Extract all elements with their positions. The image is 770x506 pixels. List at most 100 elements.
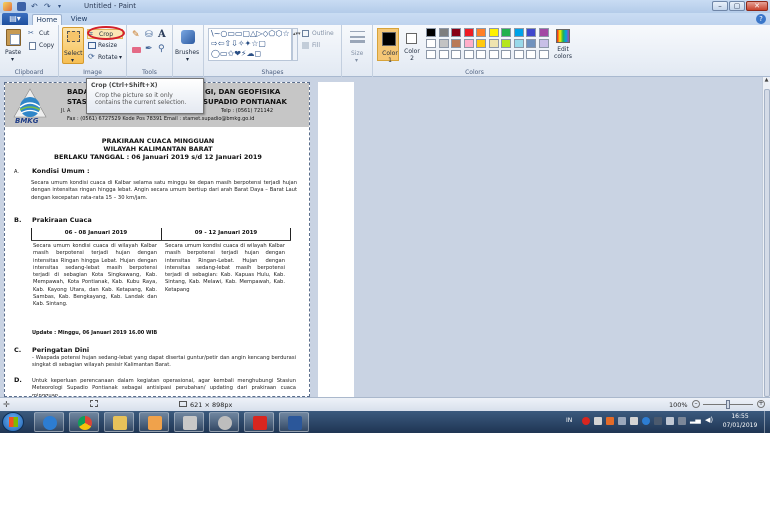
fill-icon[interactable]: ⛁ (145, 30, 153, 40)
start-button[interactable] (2, 412, 24, 432)
shapes-gallery[interactable]: \~○▭▭▢△▷◇⬠⬡☆ ⇨⇦⇧⇩✧✦☆▢ ◯▭✩❤⚡☁◻ (208, 28, 292, 61)
taskbar-word[interactable] (279, 412, 309, 432)
palette-swatch[interactable] (513, 39, 524, 48)
palette-swatch[interactable] (463, 39, 474, 48)
canvas-image[interactable]: BMKG BADA GI, DAN GEOFISIKA STAS SUPADIO… (4, 82, 310, 397)
palette-swatch[interactable] (426, 28, 436, 37)
palette-swatch[interactable] (476, 39, 486, 48)
palette-swatch[interactable] (488, 39, 499, 48)
taskbar-tools[interactable] (174, 412, 204, 432)
palette-swatch[interactable] (451, 28, 461, 37)
palette-swatch[interactable] (488, 50, 499, 59)
fill-button[interactable]: Fill (302, 41, 342, 51)
palette-swatch[interactable] (501, 50, 511, 59)
tray-signal-icon[interactable]: ▂▄ (690, 416, 701, 424)
palette-swatch[interactable] (501, 28, 511, 37)
paste-button[interactable]: Paste ▾ (3, 27, 25, 63)
cut-button[interactable]: ✂ Cut (28, 29, 58, 39)
palette-swatch[interactable] (426, 50, 436, 59)
tab-view[interactable]: View (66, 14, 92, 25)
help-icon[interactable]: ? (756, 14, 766, 24)
copy-button[interactable]: Copy (28, 41, 58, 51)
palette-swatch[interactable] (451, 50, 461, 59)
palette-swatch[interactable] (538, 39, 549, 48)
customize-quick-access-icon[interactable]: ▾ (58, 2, 67, 11)
palette-swatch[interactable] (438, 39, 449, 48)
redo-icon[interactable]: ↷ (44, 2, 53, 11)
palette-swatch[interactable] (426, 39, 436, 48)
tray-app-icon-5[interactable] (630, 417, 638, 425)
taskbar-chrome[interactable] (69, 412, 99, 432)
maximize-button[interactable]: ▢ (729, 1, 745, 11)
palette-swatch[interactable] (526, 39, 536, 48)
palette-swatch[interactable] (476, 50, 486, 59)
scroll-thumb[interactable] (764, 89, 770, 397)
palette-swatch[interactable] (476, 28, 486, 37)
palette-swatch[interactable] (538, 28, 549, 37)
shapes-scroll[interactable]: ▴▾▾ (292, 28, 301, 61)
vertical-scrollbar[interactable]: ▲ (762, 77, 770, 397)
color-picker-icon[interactable]: ✒ (145, 44, 153, 54)
tray-opera-icon[interactable] (582, 417, 590, 425)
undo-icon[interactable]: ↶ (31, 2, 40, 11)
tray-language[interactable]: IN (566, 417, 572, 424)
tray-app-icon-3[interactable] (606, 417, 614, 425)
taskbar-outlook[interactable] (139, 412, 169, 432)
text-icon[interactable]: A (158, 29, 166, 40)
palette-swatch[interactable] (501, 39, 511, 48)
rotate-button[interactable]: ⟳ Rotate ▾ (87, 52, 125, 63)
eraser-icon[interactable] (132, 47, 141, 53)
palette-swatch[interactable] (538, 50, 549, 59)
paint-app-icon[interactable] (3, 2, 12, 11)
file-menu-button[interactable]: ▤▾ (2, 13, 28, 25)
taskbar-acrobat[interactable] (244, 412, 274, 432)
magnifier-icon[interactable]: ⚲ (158, 44, 165, 54)
show-desktop-button[interactable] (764, 411, 770, 433)
taskbar-explorer[interactable] (104, 412, 134, 432)
acrobat-icon (253, 416, 267, 430)
select-button[interactable]: Select ▾ (62, 27, 84, 64)
zoom-slider-thumb[interactable] (726, 400, 730, 409)
close-button[interactable]: ✕ (746, 1, 768, 11)
palette-swatch[interactable] (438, 50, 449, 59)
brushes-button[interactable]: Brushes ▾ (175, 27, 202, 67)
palette-swatch[interactable] (526, 50, 536, 59)
tray-volume-icon[interactable]: ◀) (705, 416, 713, 424)
zoom-slider[interactable] (703, 400, 753, 409)
palette-swatch[interactable] (463, 50, 474, 59)
size-button[interactable]: Size ▾ (345, 28, 370, 66)
tray-app-icon-9[interactable] (678, 417, 686, 425)
palette-swatch[interactable] (451, 39, 461, 48)
edit-colors-button[interactable]: Edit colors (551, 28, 575, 66)
palette-swatch[interactable] (513, 28, 524, 37)
taskbar-media[interactable] (209, 412, 239, 432)
canvas-workspace[interactable]: BMKG BADA GI, DAN GEOFISIKA STAS SUPADIO… (0, 77, 762, 397)
clock-date[interactable]: 07/01/2019 (720, 422, 760, 429)
zoom-in-button[interactable]: + (757, 400, 765, 408)
tab-home[interactable]: Home (32, 14, 62, 25)
taskbar-ie[interactable] (34, 412, 64, 432)
color2-button[interactable]: Color 2 (401, 28, 423, 62)
tray-info-icon[interactable] (642, 417, 650, 425)
tray-app-icon-4[interactable] (618, 417, 626, 425)
palette-swatch[interactable] (488, 28, 499, 37)
palette-swatch[interactable] (526, 28, 536, 37)
minimize-button[interactable]: – (712, 1, 728, 11)
pencil-icon[interactable]: ✎ (132, 30, 140, 40)
section-d-letter: D. (14, 376, 22, 384)
save-icon[interactable] (17, 2, 26, 11)
tray-shield-icon[interactable] (654, 417, 662, 425)
tray-app-icon-2[interactable] (594, 417, 602, 425)
section-a-letter: A. (14, 169, 19, 175)
canvas-right-area[interactable] (318, 82, 354, 397)
scroll-up-icon[interactable]: ▲ (763, 77, 770, 86)
resize-button[interactable]: Resize (87, 41, 123, 51)
palette-swatch[interactable] (513, 50, 524, 59)
zoom-out-button[interactable]: – (692, 400, 700, 408)
palette-swatch[interactable] (463, 28, 474, 37)
palette-swatch[interactable] (438, 28, 449, 37)
clock-time[interactable]: 16:55 (720, 413, 760, 420)
tray-app-icon-8[interactable] (666, 417, 674, 425)
outline-button[interactable]: Outline (302, 29, 342, 39)
color1-button[interactable]: Color 1 (377, 28, 399, 64)
